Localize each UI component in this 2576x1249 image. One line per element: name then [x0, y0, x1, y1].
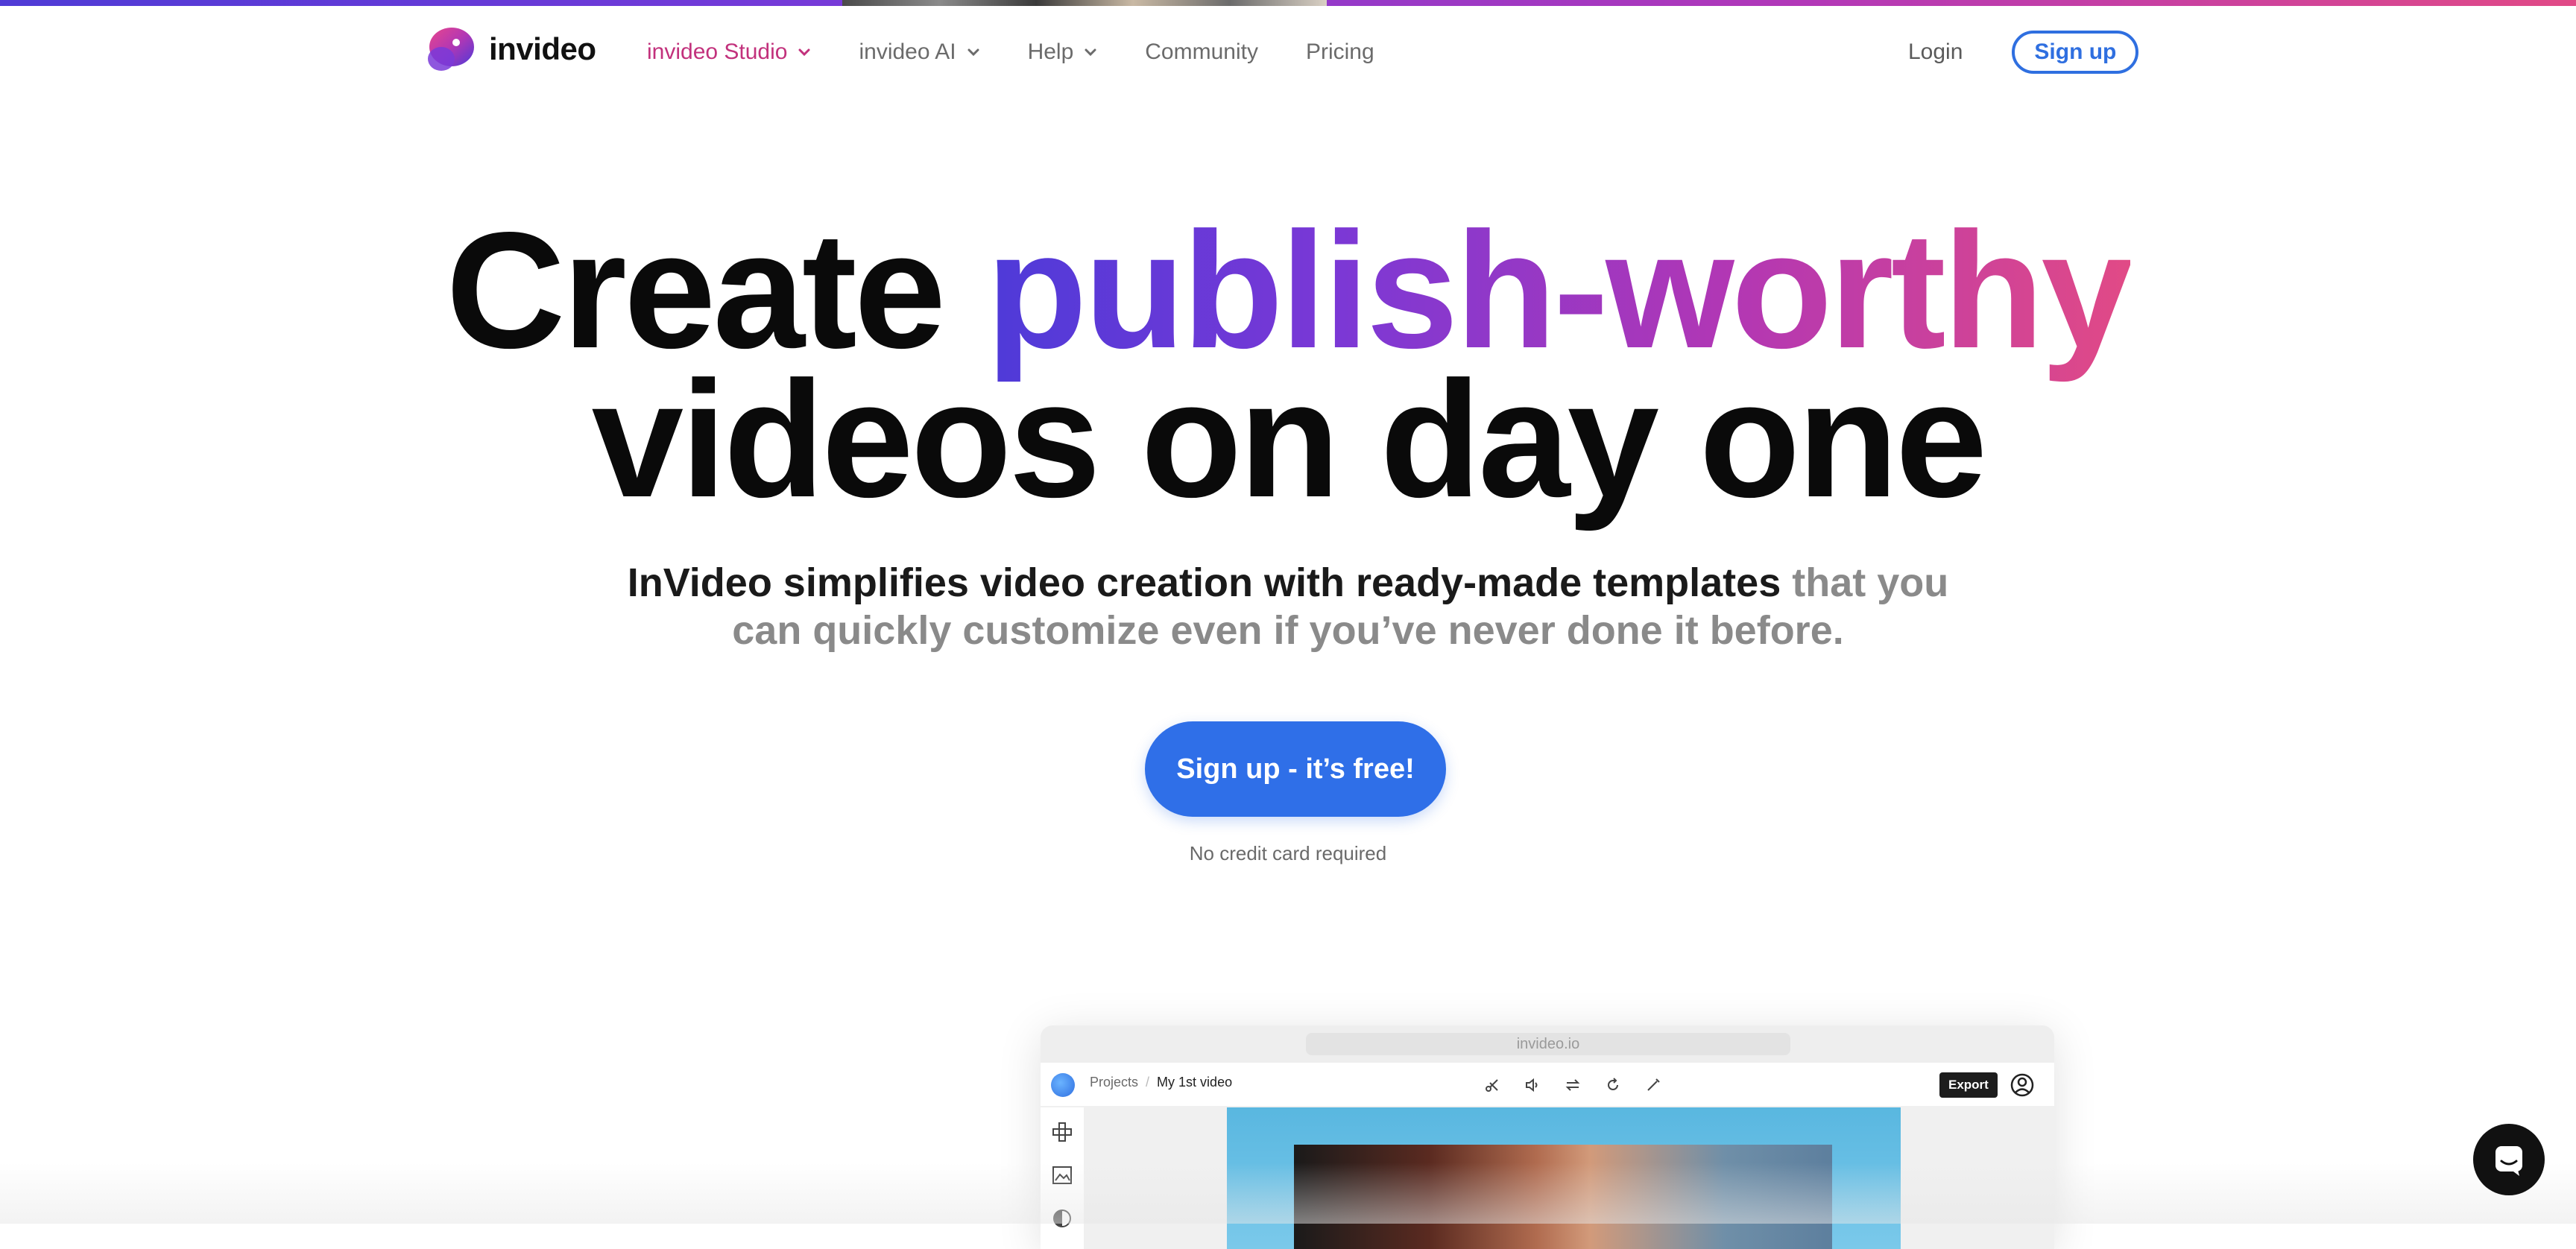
chevron-down-icon [798, 48, 810, 57]
filters-icon[interactable] [1051, 1207, 1073, 1230]
magic-wand-icon[interactable] [1641, 1073, 1665, 1097]
hero-subtitle: InVideo simplifies video creation with r… [626, 559, 1950, 654]
nav-label: invideo Studio [647, 39, 788, 64]
invideo-logo-icon [422, 22, 477, 77]
breadcrumb-current: My 1st video [1157, 1075, 1233, 1090]
nav-invideo-ai[interactable]: invideo AI [859, 39, 979, 65]
main-nav: invideo Studio invideo AI Help Community… [647, 22, 1422, 82]
media-icon[interactable] [1051, 1164, 1073, 1186]
top-strip-thumbnails [842, 0, 1327, 6]
account-icon[interactable] [2010, 1072, 2035, 1098]
nav-help[interactable]: Help [1028, 39, 1098, 65]
editor-sidebar [1041, 1107, 1085, 1249]
elements-icon[interactable] [1051, 1121, 1073, 1143]
browser-bar: invideo.io [1041, 1025, 2054, 1063]
browser-url: invideo.io [1306, 1033, 1790, 1055]
brand-logo[interactable]: invideo [422, 19, 596, 79]
header-actions: Login Sign up [1908, 22, 2139, 82]
chat-button[interactable] [2473, 1124, 2545, 1195]
login-link[interactable]: Login [1908, 39, 1963, 65]
brand-name: invideo [489, 31, 596, 66]
hero-title-line2: videos on day one [591, 347, 1988, 532]
nav-community[interactable]: Community [1145, 39, 1258, 65]
breadcrumb: Projects / My 1st video [1090, 1075, 1232, 1090]
editor-toolbar: Projects / My 1st video Export [1041, 1063, 2054, 1107]
nav-label: invideo AI [859, 39, 956, 64]
chevron-down-icon [1085, 48, 1096, 57]
scissors-icon[interactable] [1480, 1073, 1504, 1097]
chevron-down-icon [967, 48, 979, 57]
nav-pricing[interactable]: Pricing [1306, 39, 1374, 65]
nav-label: Community [1145, 39, 1258, 64]
hero-title: Create publish-worthy videos on day one [0, 208, 2576, 522]
chat-icon [2496, 1146, 2522, 1176]
volume-icon[interactable] [1521, 1073, 1544, 1097]
editor-tools [1480, 1073, 1682, 1097]
no-credit-card-note: No credit card required [1189, 842, 1387, 864]
export-button[interactable]: Export [1939, 1072, 1998, 1098]
signup-button[interactable]: Sign up [2012, 31, 2139, 74]
rotate-icon[interactable] [1601, 1073, 1625, 1097]
nav-label: Pricing [1305, 39, 1374, 64]
swap-icon[interactable] [1561, 1073, 1585, 1097]
breadcrumb-separator: / [1146, 1075, 1150, 1090]
video-thumbnail [1294, 1145, 1832, 1249]
nav-label: Help [1027, 39, 1074, 64]
site-header: invideo invideo Studio invideo AI Help C… [0, 6, 2576, 89]
editor-logo-icon [1051, 1073, 1075, 1097]
cta-signup-free-button[interactable]: Sign up - it’s free! [1145, 721, 1446, 817]
breadcrumb-projects[interactable]: Projects [1090, 1075, 1138, 1090]
editor-preview-window: invideo.io Projects / My 1st video Expor… [1041, 1025, 2054, 1249]
editor-canvas-area [1085, 1107, 2054, 1249]
video-canvas[interactable] [1227, 1107, 1901, 1249]
nav-invideo-studio[interactable]: invideo Studio [647, 39, 811, 65]
hero-subtitle-emphasis: InVideo simplifies video creation with r… [627, 560, 1781, 605]
